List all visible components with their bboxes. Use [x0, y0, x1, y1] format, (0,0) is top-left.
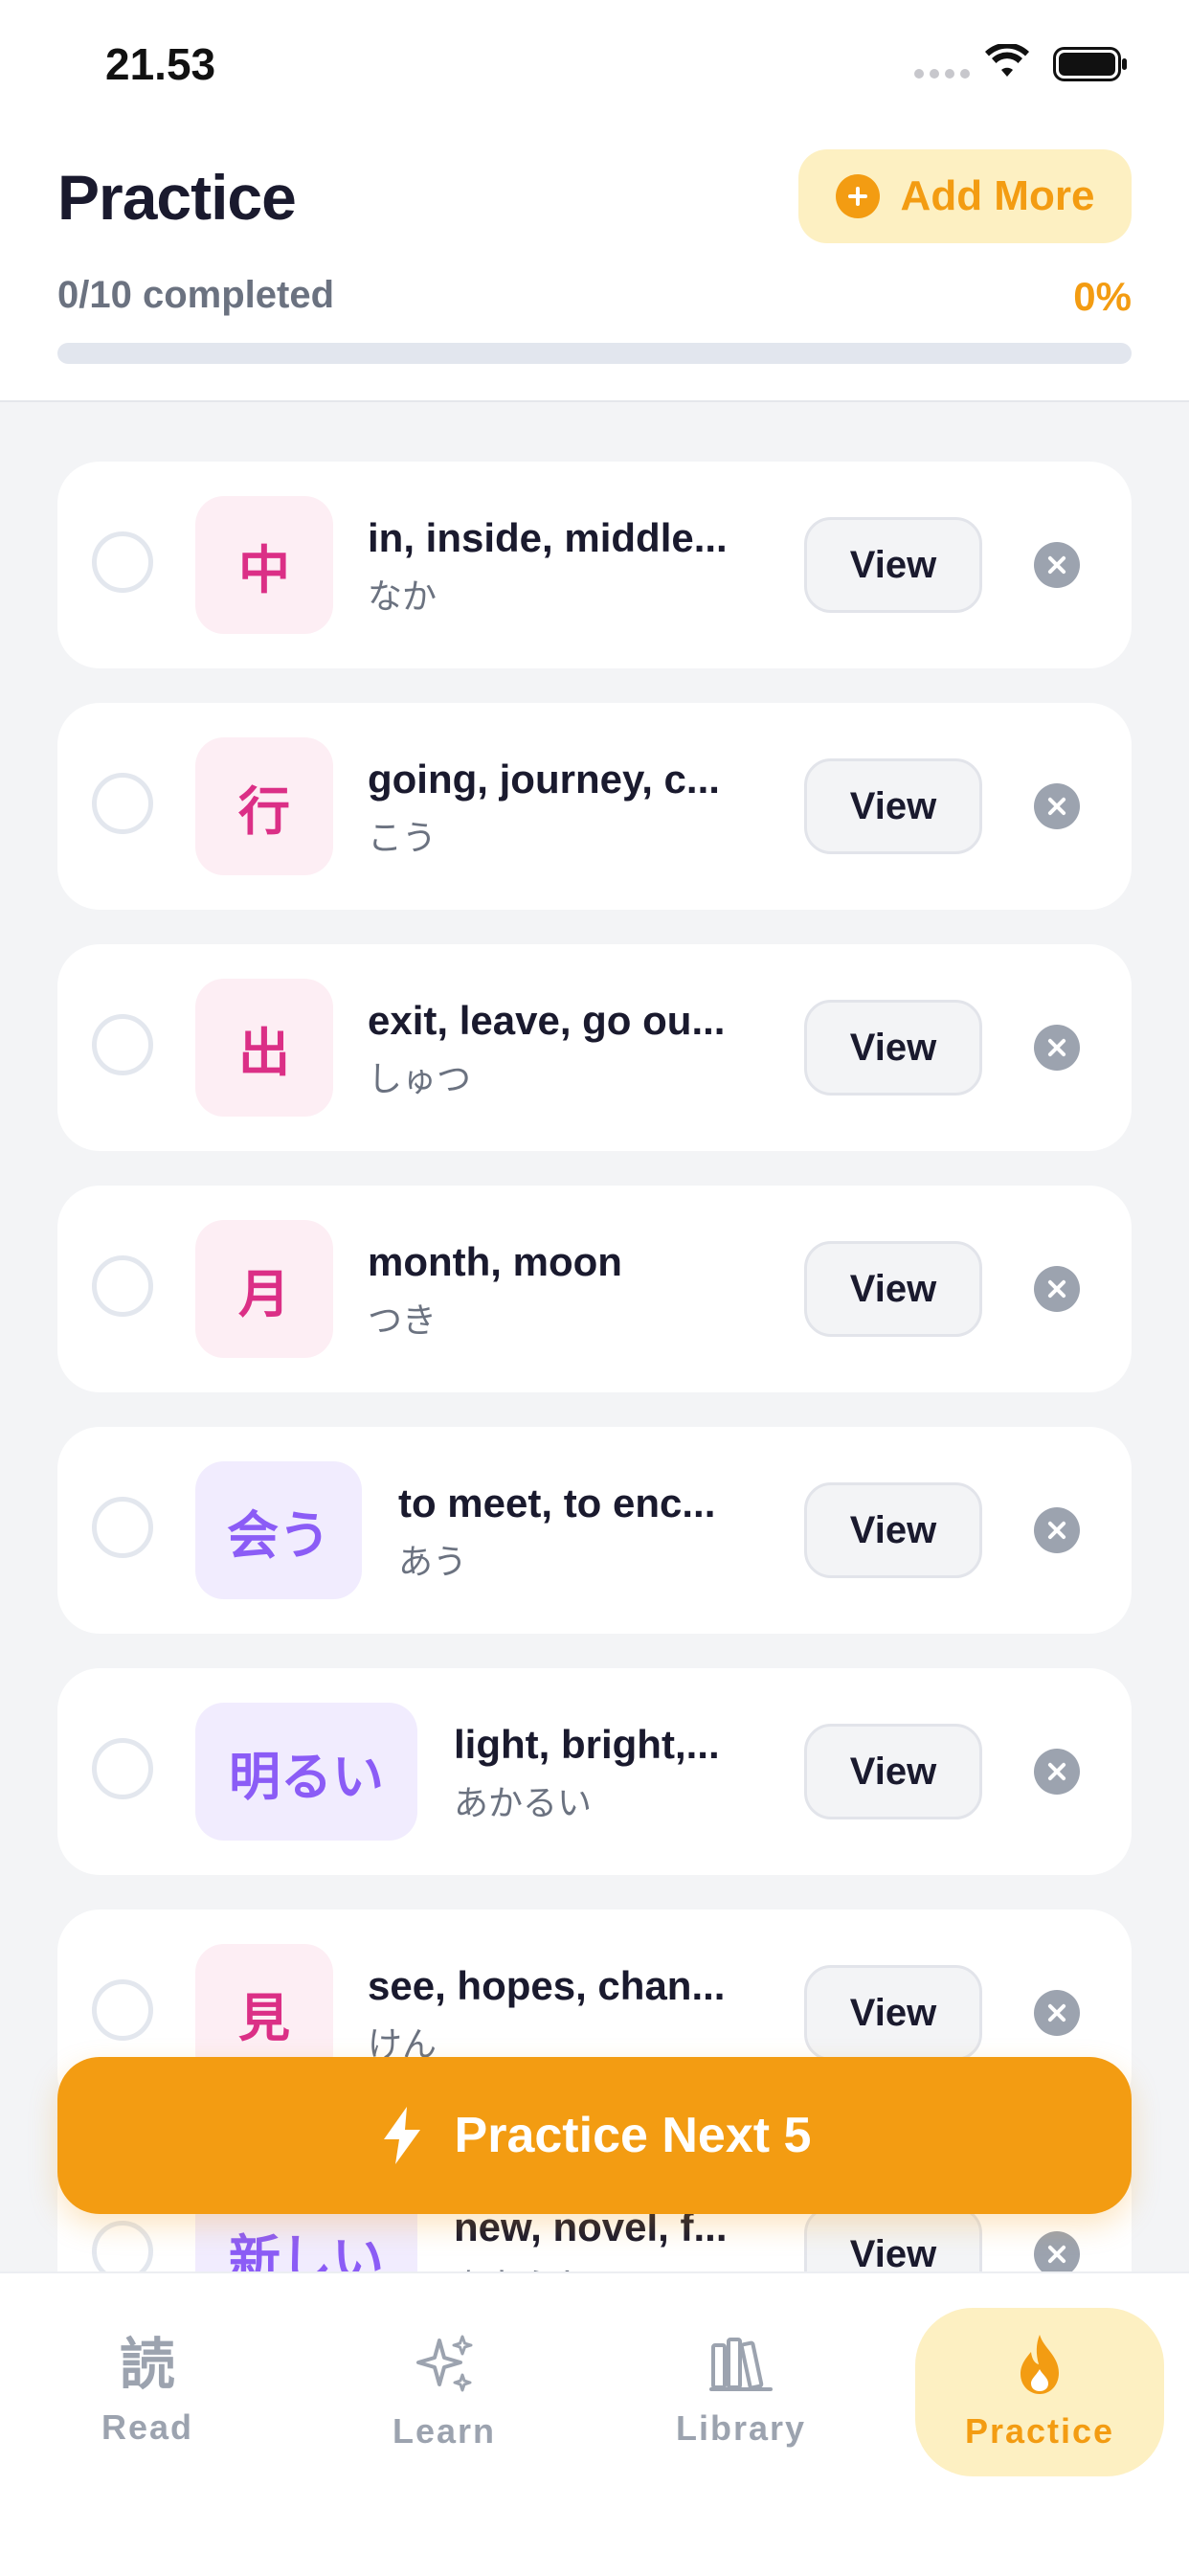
item-reading: あかるい: [454, 1784, 593, 1823]
item-reading: こう: [368, 819, 437, 858]
practice-item[interactable]: 行 going, journey, c... こう View: [57, 703, 1132, 910]
view-button[interactable]: View: [804, 1965, 982, 2061]
view-button[interactable]: View: [804, 1724, 982, 1819]
view-button[interactable]: View: [804, 517, 982, 613]
sparkles-icon: [416, 2335, 473, 2392]
cellular-signal-icon: [914, 69, 970, 79]
view-button[interactable]: View: [804, 1241, 982, 1337]
view-button[interactable]: View: [804, 1000, 982, 1096]
practice-next-label: Practice Next 5: [454, 2108, 812, 2163]
tab-practice[interactable]: Practice: [915, 2308, 1164, 2476]
completion-checkbox[interactable]: [92, 1979, 153, 2041]
tab-learn[interactable]: Learn: [320, 2308, 569, 2476]
status-time: 21.53: [105, 39, 216, 89]
practice-item[interactable]: 月 month, moon つき View: [57, 1186, 1132, 1392]
page-title: Practice: [57, 162, 297, 233]
practice-item[interactable]: 中 in, inside, middle... なか View: [57, 462, 1132, 668]
practice-header: Practice Add More 0/10 completed 0%: [0, 124, 1189, 402]
completion-checkbox[interactable]: [92, 531, 153, 593]
practice-item[interactable]: 明るい light, bright,... あかるい View: [57, 1668, 1132, 1875]
remove-icon[interactable]: [1034, 1990, 1080, 2036]
vocab-tile: 会う: [195, 1461, 362, 1599]
item-meaning: exit, leave, go ou...: [368, 998, 726, 1043]
remove-icon[interactable]: [1034, 1507, 1080, 1553]
progress-bar: [57, 343, 1132, 364]
kanji-tile: 行: [195, 737, 333, 875]
kanji-tile: 月: [195, 1220, 333, 1358]
remove-icon[interactable]: [1034, 2231, 1080, 2277]
completion-checkbox[interactable]: [92, 1014, 153, 1075]
practice-next-button[interactable]: Practice Next 5: [57, 2057, 1132, 2214]
tab-library[interactable]: Library: [617, 2308, 865, 2476]
remove-icon[interactable]: [1034, 783, 1080, 829]
kanji-tile: 中: [195, 496, 333, 634]
status-bar: 21.53: [0, 0, 1189, 124]
add-more-label: Add More: [900, 172, 1095, 219]
battery-icon: [1053, 47, 1127, 81]
item-meaning: going, journey, c...: [368, 757, 720, 802]
practice-item[interactable]: 会う to meet, to enc... あう View: [57, 1427, 1132, 1634]
wifi-icon: [985, 44, 1029, 77]
tab-practice-label: Practice: [964, 2411, 1115, 2451]
completion-checkbox[interactable]: [92, 1738, 153, 1799]
item-reading: しゅつ: [368, 1060, 472, 1099]
read-kanji-icon: 読: [119, 2332, 175, 2397]
item-meaning: light, bright,...: [454, 1722, 720, 1767]
bottom-tab-bar: 読 Read Learn Library Practice: [0, 2271, 1189, 2576]
progress-text: 0/10 completed: [57, 274, 335, 316]
tab-learn-label: Learn: [392, 2411, 497, 2451]
completion-checkbox[interactable]: [92, 773, 153, 834]
tab-read[interactable]: 読 Read: [23, 2308, 272, 2476]
completion-checkbox[interactable]: [92, 1255, 153, 1317]
tab-read-label: Read: [101, 2407, 194, 2447]
kanji-tile: 出: [195, 979, 333, 1117]
item-reading: あう: [398, 1543, 468, 1582]
completion-checkbox[interactable]: [92, 1497, 153, 1558]
view-button[interactable]: View: [804, 758, 982, 854]
practice-item[interactable]: 出 exit, leave, go ou... しゅつ View: [57, 944, 1132, 1151]
remove-icon[interactable]: [1034, 542, 1080, 588]
item-meaning: in, inside, middle...: [368, 515, 728, 560]
lightning-bolt-icon: [383, 2107, 420, 2164]
item-meaning: see, hopes, chan...: [368, 1963, 726, 2008]
item-reading: つき: [368, 1301, 437, 1341]
progress-percent: 0%: [1073, 274, 1132, 319]
remove-icon[interactable]: [1034, 1266, 1080, 1312]
vocab-tile: 明るい: [195, 1703, 417, 1841]
view-button[interactable]: View: [804, 1482, 982, 1578]
add-more-button[interactable]: Add More: [798, 149, 1132, 243]
item-meaning: month, moon: [368, 1239, 622, 1284]
tab-library-label: Library: [675, 2408, 807, 2448]
flame-icon: [1021, 2335, 1059, 2394]
remove-icon[interactable]: [1034, 1749, 1080, 1795]
plus-circle-icon: [835, 174, 880, 218]
remove-icon[interactable]: [1034, 1025, 1080, 1071]
library-books-icon: [709, 2338, 773, 2391]
item-meaning: to meet, to enc...: [398, 1480, 716, 1525]
item-reading: なか: [368, 577, 437, 617]
